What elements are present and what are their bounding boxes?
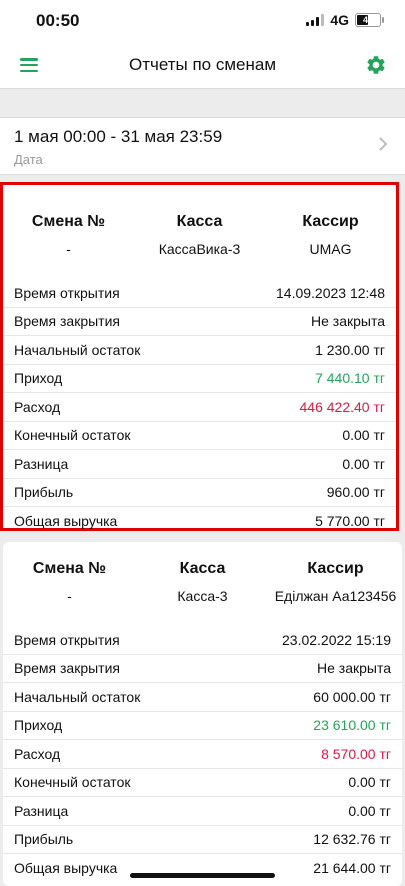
detail-label: Общая выручка (14, 512, 118, 529)
detail-row-close-time: Время закрытия Не закрыта (3, 655, 402, 683)
register-heading: Касса (176, 213, 223, 230)
detail-value: 0.00 тг (348, 774, 391, 791)
detail-label: Приход (14, 717, 63, 734)
shift-details: Время открытия 23.02.2022 15:19 Время зак… (3, 626, 402, 882)
detail-label: Конечный остаток (14, 774, 131, 791)
shift-card-header: Смена № - Касса Касса-3 Кассир Еділжан А… (3, 542, 402, 604)
detail-label: Время открытия (14, 284, 120, 301)
detail-value: 12 632.76 тг (313, 831, 391, 848)
cashier-heading: Кассир (307, 560, 364, 577)
detail-value: 21 644.00 тг (313, 859, 391, 876)
detail-row-expense: Расход 8 570.00 тг (3, 740, 402, 769)
detail-label: Время открытия (14, 631, 120, 648)
date-filter[interactable]: 1 мая 00:00 - 31 мая 23:59 Дата (0, 117, 405, 175)
status-indicators: 4G 47 (306, 12, 384, 28)
detail-row-open-time: Время открытия 23.02.2022 15:19 (3, 626, 402, 655)
register-value: Касса-3 (177, 588, 228, 604)
detail-value-expense: 446 422.40 тг (299, 398, 385, 415)
detail-value: 60 000.00 тг (313, 688, 391, 705)
gear-icon[interactable] (365, 54, 387, 76)
detail-label: Разница (14, 455, 69, 472)
detail-row-opening-balance: Начальный остаток 1 230.00 тг (3, 336, 396, 365)
network-type: 4G (330, 12, 349, 28)
detail-label: Общая выручка (14, 859, 118, 876)
detail-label: Разница (14, 802, 69, 819)
detail-label: Прибыль (14, 484, 74, 501)
detail-row-open-time: Время открытия 14.09.2023 12:48 (3, 279, 396, 308)
detail-value: 0.00 тг (348, 802, 391, 819)
detail-value: 0.00 тг (342, 455, 385, 472)
shift-number-value: - (66, 241, 71, 257)
detail-value: 14.09.2023 12:48 (276, 284, 385, 301)
detail-value: Не закрыта (310, 313, 385, 330)
detail-row-expense: Расход 446 422.40 тг (3, 393, 396, 422)
chevron-right-icon (379, 137, 388, 151)
detail-value-income: 7 440.10 тг (315, 370, 385, 387)
detail-label: Приход (14, 370, 63, 387)
detail-value: Не закрыта (316, 660, 391, 677)
detail-label: Прибыль (14, 831, 74, 848)
detail-value: 23.02.2022 15:19 (282, 631, 391, 648)
shift-number-heading: Смена № (31, 213, 106, 230)
detail-row-total-revenue: Общая выручка 5 770.00 тг (3, 507, 396, 535)
detail-row-profit: Прибыль 12 632.76 тг (3, 826, 402, 854)
detail-value: 960.00 тг (326, 484, 385, 501)
detail-label: Конечный остаток (14, 427, 131, 444)
status-bar: 00:50 4G 47 (0, 0, 405, 42)
shift-details: Время открытия 14.09.2023 12:48 Время зак… (3, 279, 396, 535)
home-indicator[interactable] (130, 873, 275, 878)
shift-number-value: - (67, 588, 72, 604)
detail-label: Начальный остаток (14, 341, 141, 358)
page-title: Отчеты по сменам (128, 55, 277, 74)
battery-level: 47 (362, 15, 373, 25)
date-range-value: 1 мая 00:00 - 31 мая 23:59 (14, 127, 223, 146)
detail-label: Расход (14, 398, 61, 415)
shift-card[interactable]: Смена № - Касса КассаВика-3 Кассир UMAG … (0, 182, 399, 531)
cashier-value: UMAG (309, 241, 352, 257)
detail-row-difference: Разница 0.00 тг (3, 450, 396, 479)
date-label: Дата (14, 152, 43, 167)
detail-row-profit: Прибыль 960.00 тг (3, 479, 396, 507)
detail-value: 1 230.00 тг (315, 341, 385, 358)
detail-value-income: 23 610.00 тг (313, 717, 391, 734)
register-heading: Касса (179, 560, 226, 577)
detail-label: Расход (14, 745, 61, 762)
detail-value-expense: 8 570.00 тг (321, 745, 391, 762)
shift-card[interactable]: Смена № - Касса Касса-3 Кассир Еділжан А… (3, 542, 402, 886)
detail-row-opening-balance: Начальный остаток 60 000.00 тг (3, 683, 402, 712)
status-time: 00:50 (36, 11, 80, 30)
detail-row-income: Приход 23 610.00 тг (3, 712, 402, 740)
cashier-heading: Кассир (302, 213, 359, 230)
detail-value: 5 770.00 тг (315, 512, 385, 529)
detail-label: Начальный остаток (14, 688, 141, 705)
register-value: КассаВика-3 (158, 241, 241, 257)
shift-card-header: Смена № - Касса КассаВика-3 Кассир UMAG (3, 185, 396, 257)
detail-row-difference: Разница 0.00 тг (3, 797, 402, 826)
cashier-value: Еділжан Аа123456 (274, 588, 397, 604)
detail-row-income: Приход 7 440.10 тг (3, 365, 396, 393)
app-bar: Отчеты по сменам (0, 42, 405, 89)
detail-label: Время закрытия (14, 313, 120, 330)
detail-label: Время закрытия (14, 660, 120, 677)
detail-value: 0.00 тг (342, 427, 385, 444)
shift-number-heading: Смена № (32, 560, 107, 577)
battery-icon: 47 (355, 13, 384, 27)
detail-row-closing-balance: Конечный остаток 0.00 тг (3, 422, 396, 450)
signal-icon (306, 14, 325, 26)
detail-row-closing-balance: Конечный остаток 0.00 тг (3, 769, 402, 797)
detail-row-close-time: Время закрытия Не закрыта (3, 308, 396, 336)
